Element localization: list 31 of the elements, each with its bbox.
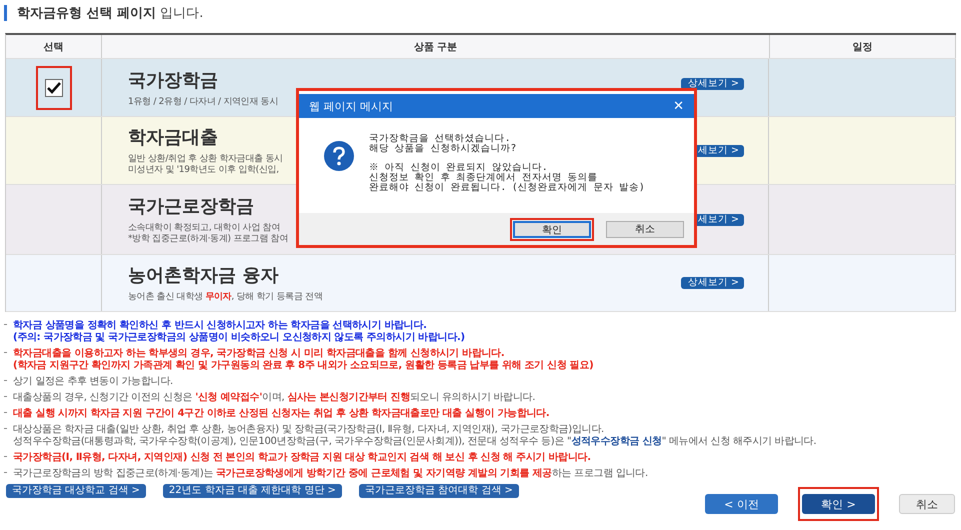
notice-text: 학자금대출을 이용하고자 하는 학부생의 경우, 국가장학금 신청 시 미리 학자금대출을 함께 신청하시기 바랍니다. — [13, 348, 506, 360]
product-title: 학자금대출 — [128, 126, 219, 149]
dialog-message: ※ 아직 신청이 완료되지 않았습니다. — [369, 163, 548, 173]
product-description: 1유형 / 2유형 / 다자녀 / 지역인재 동시 — [128, 96, 278, 108]
product-title: 국가장학금 — [128, 68, 219, 92]
product-title: 농어촌학자금 융자 — [128, 264, 280, 287]
product-description: 미성년자 및 '19학년도 이후 입학(신입, — [128, 165, 280, 176]
notice-text: (학자금 지원구간 확인까지 가족관계 확인 및 가구원동의 완료 후 8주 내외가 소요되므로, 원활한 등록금 납부를 위해 조기 신청 필요) — [13, 360, 594, 372]
notice-text: 대출 실행 시까지 학자금 지원 구간이 4구간 이하로 산정된 신청자는 취업 후 상환 학자금대출로만 대출 실행이 가능합니다. — [13, 408, 550, 420]
product-description: *방학 집중근로(하계·동계) 프로그램 참여 — [128, 234, 288, 245]
notice-text: 대출상품의 경우, 신청기간 이전의 신청은 '신청 예약접수'이며, 심사는 본신청기간부터 진행되오니 유의하시기 바랍니다. — [13, 392, 536, 404]
notice-text: 국가장학금(Ⅰ, Ⅱ유형, 다자녀, 지역인재) 신청 전 본인의 학교가 장학금 지원 대상 학교인지 검색 해 보신 후 신청 해 주시기 바랍니다. — [13, 452, 591, 464]
dialog-title: 웹 페이지 메시지 — [309, 98, 393, 114]
product-description: 농어촌 출신 대학생 무이자, 당해 학기 등록금 전액 — [128, 292, 323, 303]
dialog-message: 국가장학금을 선택하셨습니다. — [369, 134, 510, 144]
notice-text: 성적우수장학금(대통령과학, 국가우수장학(이공계), 인문100년장학금(구, 국가우수장학금(인문사회계)), 전문대 성적우수 등)은 "성적우수장학금 신청" 메뉴에서 신청 해주시기 바랍니다. — [13, 436, 816, 448]
product-title: 국가근로장학금 — [128, 195, 255, 218]
notice-text: 대상상품은 학자금 대출(일반 상환, 취업 후 상환, 농어촌융자) 및 장학금(국가장학금(Ⅰ, Ⅱ유형, 다자녀, 지역인재), 국가근로장학금)입니다. — [13, 424, 605, 436]
notice-text: (주의: 국가장학금 및 국가근로장학금의 상품명이 비슷하오니 오신청하지 않도록 주의하시기 바랍니다.) — [13, 332, 465, 344]
product-description: 일반 상환/취업 후 상환 학자금대출 동시 — [128, 154, 283, 165]
notice-text: 학자금 상품명을 정확히 확인하신 후 반드시 신청하시고자 하는 학자금을 선택하시기 바랍니다. — [13, 320, 428, 332]
product-description: 소속대학이 확정되고, 대학이 사업 참여 — [128, 223, 282, 234]
dialog-message: 신청정보 확인 후 최종단계에서 전자서명 동의를 — [369, 173, 598, 183]
dialog-message: 해당 상품을 신청하시겠습니까? — [369, 144, 518, 154]
page-title: 학자금유형 선택 페이지 입니다. — [17, 5, 204, 22]
column-header: 선택 — [6, 35, 102, 58]
notice-text: 상기 일정은 추후 변동이 가능합니다. — [13, 376, 173, 388]
column-header: 일정 — [770, 35, 956, 58]
column-header: 상품 구분 — [102, 35, 770, 58]
dialog-message: 완료해야 신청이 완료됩니다. (신청완료자에게 문자 발송) — [369, 183, 645, 193]
notice-text: 국가근로장학금의 방학 집중근로(하계·동계)는 국가근로장학생에게 방학기간 중에 근로체험 및 자기역량 계발의 기회를 제공하는 프로그램 입니다. — [13, 468, 648, 480]
